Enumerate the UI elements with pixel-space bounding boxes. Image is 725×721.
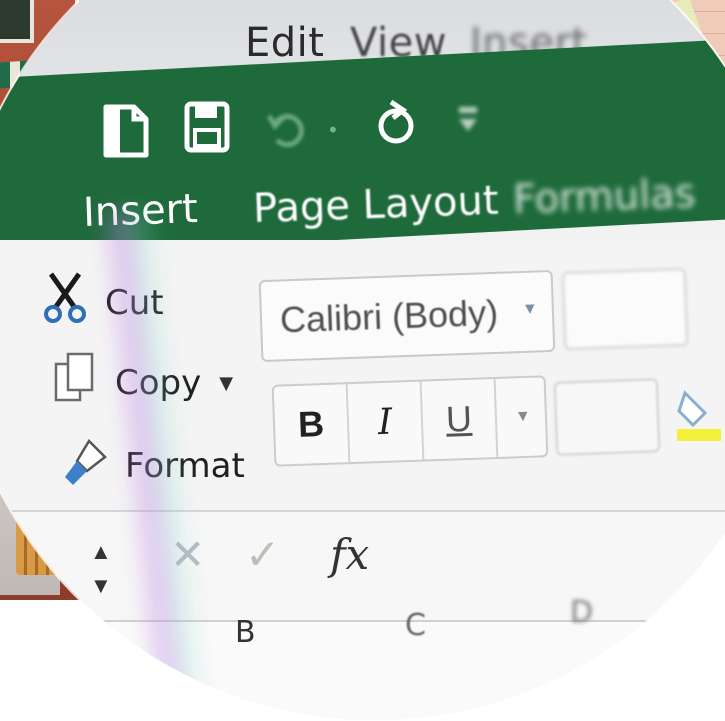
menu-item-edit[interactable]: Edit	[245, 20, 324, 66]
copy-icon	[53, 352, 97, 414]
tab-formulas[interactable]: Formulas	[512, 171, 696, 223]
more-icon[interactable]	[455, 105, 481, 142]
excel-screen-disc: Edit View Insert • Insert Page Layout Fo…	[0, 0, 725, 720]
tab-insert[interactable]: Insert	[82, 186, 198, 236]
underline-button[interactable]: U	[421, 378, 499, 460]
format-label: Format	[125, 446, 245, 486]
cut-button[interactable]: Cut	[43, 272, 164, 334]
column-header-b[interactable]: B	[235, 615, 256, 650]
insert-function-button[interactable]: fx	[330, 530, 369, 579]
fill-color-icon[interactable]	[675, 385, 725, 445]
redo-icon[interactable]	[373, 98, 419, 151]
borders-button[interactable]	[553, 378, 661, 456]
excel-window: Edit View Insert • Insert Page Layout Fo…	[0, 0, 725, 720]
underline-dropdown-icon[interactable]: ▼	[497, 408, 531, 427]
bold-button[interactable]: B	[273, 384, 351, 465]
cancel-icon[interactable]: ✕	[170, 530, 205, 579]
name-box-stepper[interactable]: ▲ ▼	[90, 535, 112, 603]
enter-check-icon[interactable]: ✓	[245, 530, 280, 579]
copy-button[interactable]: Copy ▼	[53, 352, 233, 414]
dropdown-dot-icon: •	[327, 118, 339, 142]
worksheet-grid	[0, 620, 725, 720]
cut-label: Cut	[105, 283, 164, 323]
column-header-d[interactable]: D	[570, 595, 593, 630]
save-icon[interactable]	[183, 100, 231, 157]
font-family-value: Calibri (Body)	[279, 291, 499, 341]
screenshot-stage: Edit View Insert • Insert Page Layout Fo…	[0, 0, 725, 721]
undo-icon[interactable]	[265, 108, 309, 151]
column-header-c[interactable]: C	[405, 608, 426, 643]
font-family-select[interactable]: Calibri (Body) ▼	[258, 269, 556, 363]
font-style-group: B I U ▼	[271, 375, 549, 467]
font-size-select[interactable]	[561, 267, 689, 351]
copy-dropdown-icon[interactable]: ▼	[219, 373, 233, 394]
format-painter-button[interactable]: Format	[63, 435, 245, 497]
format-painter-icon	[63, 435, 107, 497]
scissors-icon	[43, 272, 87, 334]
tab-page-layout[interactable]: Page Layout	[252, 178, 499, 233]
chevron-down-icon: ▼	[521, 300, 539, 318]
copy-label: Copy	[115, 363, 202, 403]
italic-button[interactable]: I	[347, 381, 425, 463]
new-document-icon[interactable]	[100, 103, 152, 162]
